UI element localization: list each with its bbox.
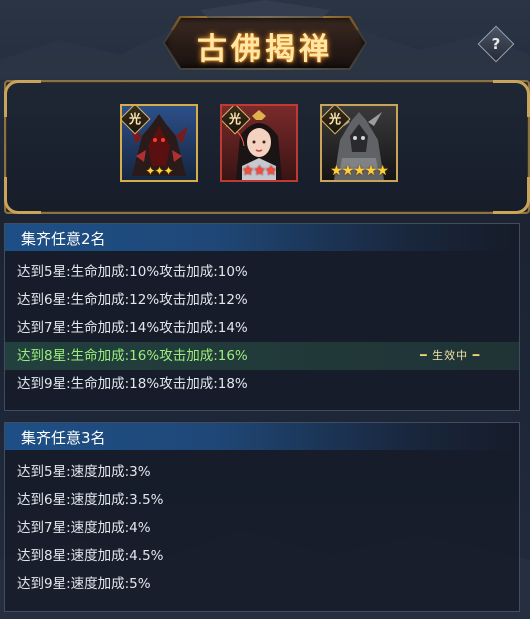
frame-corner-ornament	[4, 80, 41, 117]
section-header: 集齐任意2名	[5, 224, 519, 251]
hero-frame: 光 ✦✦✦ 光 ★★★ 光 ★★★★★	[4, 80, 530, 214]
frame-corner-ornament	[493, 177, 530, 214]
section-title: 集齐任意2名	[21, 230, 106, 248]
bonus-row: 达到5星:生命加成:10%攻击加成:10%	[17, 264, 248, 280]
page-title: 古佛揭禅	[197, 32, 333, 67]
hero-card-2[interactable]: 光 ★★★	[220, 104, 298, 182]
bonus-row: 达到5星:速度加成:3%	[17, 464, 151, 480]
question-icon: ?	[491, 35, 501, 53]
bonus-row: 达到8星:速度加成:4.5%	[17, 548, 164, 564]
bonus-row: 达到6星:速度加成:3.5%	[17, 492, 164, 508]
bonus-row-text: 达到8星:生命加成:16%攻击加成:16%	[17, 348, 248, 364]
frame-corner-ornament	[4, 177, 41, 214]
hero-card-3[interactable]: 光 ★★★★★	[320, 104, 398, 182]
star-rating: ✦✦✦	[145, 164, 173, 178]
section-header: 集齐任意3名	[5, 423, 519, 450]
bonus-section-3: 集齐任意3名 达到5星:速度加成:3% 达到6星:速度加成:3.5% 达到7星:…	[4, 422, 520, 612]
bonus-row: 达到9星:生命加成:18%攻击加成:18%	[17, 376, 248, 392]
star-rating: ★★★	[241, 163, 278, 179]
active-status-tag: ━ 生效中 ━	[420, 349, 481, 362]
frame-corner-ornament	[493, 80, 530, 117]
bonus-row: 达到9星:速度加成:5%	[17, 576, 151, 592]
section-title: 集齐任意3名	[21, 429, 106, 447]
title-banner: 古佛揭禅	[163, 14, 367, 72]
star-rating: ★★★★★	[330, 163, 389, 179]
bonus-row: 达到7星:生命加成:14%攻击加成:14%	[17, 320, 248, 336]
hero-card-1[interactable]: 光 ✦✦✦	[120, 104, 198, 182]
bonus-row: 达到6星:生命加成:12%攻击加成:12%	[17, 292, 248, 308]
help-button[interactable]: ?	[477, 25, 515, 63]
bonus-row-active: 达到8星:生命加成:16%攻击加成:16% ━ 生效中 ━	[5, 342, 519, 370]
bonus-row: 达到7星:速度加成:4%	[17, 520, 151, 536]
bonus-section-2: 集齐任意2名 达到5星:生命加成:10%攻击加成:10% 达到6星:生命加成:1…	[4, 223, 520, 411]
